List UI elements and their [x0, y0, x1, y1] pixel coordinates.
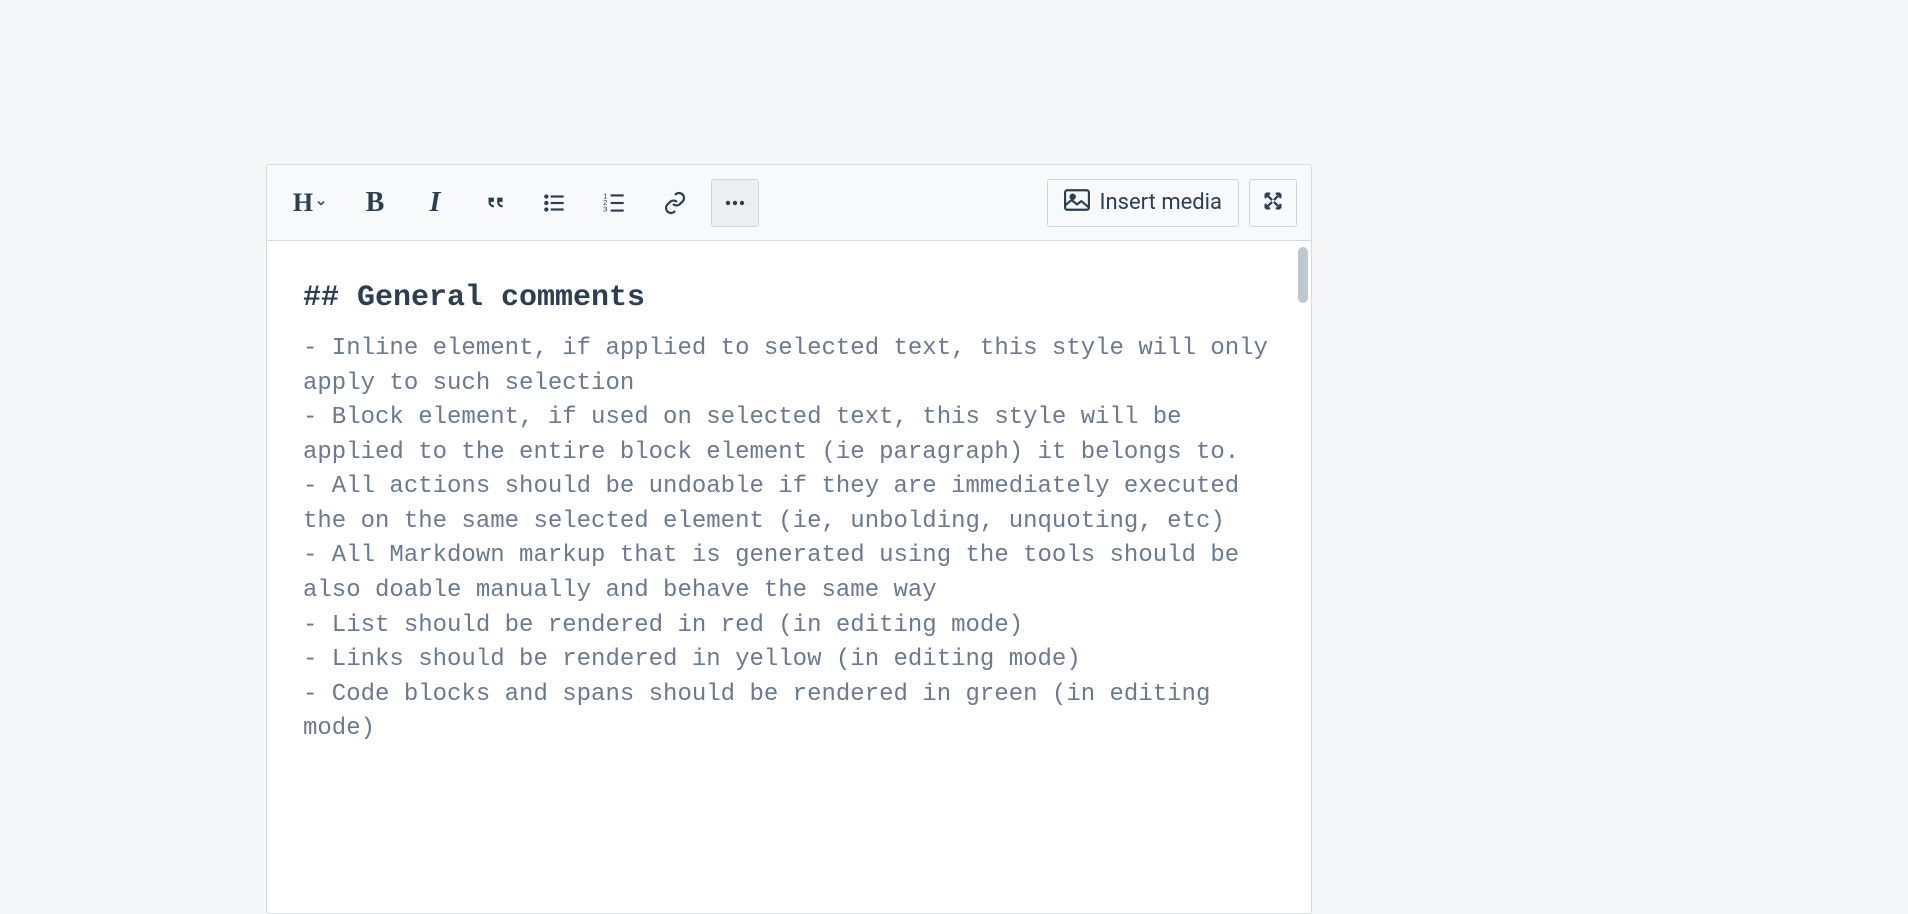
expand-icon	[1262, 190, 1284, 216]
list-ul-icon	[542, 190, 568, 216]
italic-icon: I	[430, 187, 441, 219]
link-icon	[663, 191, 687, 215]
scrollbar-thumb[interactable]	[1298, 247, 1308, 303]
insert-media-button[interactable]: Insert media	[1047, 179, 1239, 227]
editor-line: - All actions should be undoable if they…	[303, 470, 1275, 539]
bold-button[interactable]: B	[351, 179, 399, 227]
italic-button[interactable]: I	[411, 179, 459, 227]
toolbar-left-group: H B I	[281, 179, 771, 227]
editor-line: - Code blocks and spans should be render…	[303, 678, 1275, 747]
editor-toolbar: H B I	[267, 165, 1311, 241]
heading-dropdown-button[interactable]: H	[281, 179, 339, 227]
more-options-button[interactable]	[711, 179, 759, 227]
insert-media-label: Insert media	[1100, 190, 1222, 215]
image-icon	[1064, 189, 1090, 217]
link-button[interactable]	[651, 179, 699, 227]
svg-text:3: 3	[603, 204, 607, 213]
heading-glyph: H	[293, 188, 313, 218]
page-root: H B I	[0, 0, 1908, 914]
editor-line: - Links should be rendered in yellow (in…	[303, 643, 1275, 678]
editor-line: - Block element, if used on selected tex…	[303, 401, 1275, 470]
editor-heading-line: ## General comments	[303, 277, 1275, 320]
list-ol-icon: 1 2 3	[602, 190, 628, 216]
ellipsis-icon	[723, 191, 747, 215]
editor-line: - All Markdown markup that is generated …	[303, 539, 1275, 608]
bold-icon: B	[366, 187, 385, 219]
quote-icon	[482, 190, 508, 216]
ordered-list-button[interactable]: 1 2 3	[591, 179, 639, 227]
editor-line: - Inline element, if applied to selected…	[303, 332, 1275, 401]
toolbar-right-group: Insert media	[1047, 179, 1297, 227]
editor-textarea[interactable]: ## General comments - Inline element, if…	[267, 241, 1311, 913]
blockquote-button[interactable]	[471, 179, 519, 227]
chevron-down-icon	[315, 197, 327, 209]
unordered-list-button[interactable]	[531, 179, 579, 227]
editor-line: - List should be rendered in red (in edi…	[303, 609, 1275, 644]
fullscreen-button[interactable]	[1249, 179, 1297, 227]
markdown-editor: H B I	[266, 164, 1312, 914]
editor-body: ## General comments - Inline element, if…	[267, 241, 1311, 913]
